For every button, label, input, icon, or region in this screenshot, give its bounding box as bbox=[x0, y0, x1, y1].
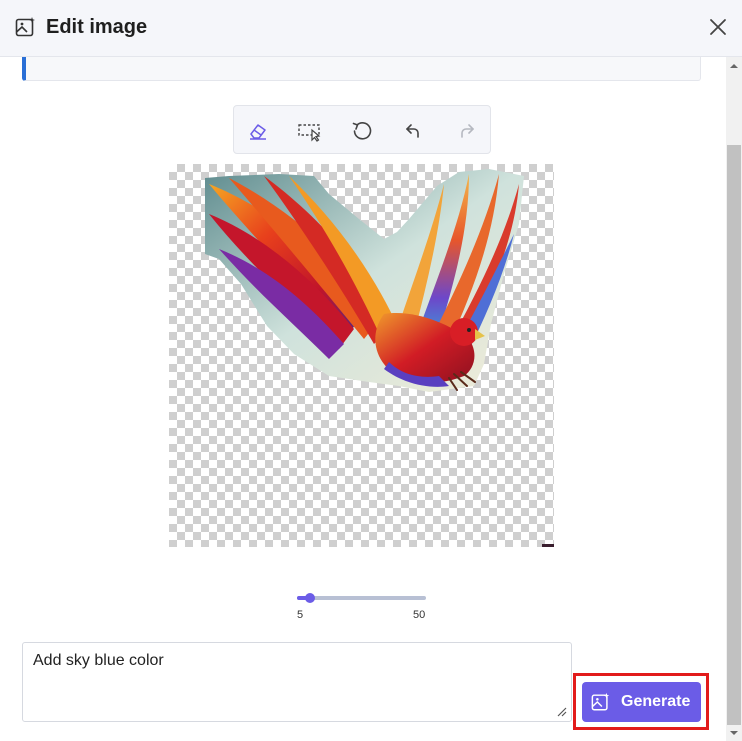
slider-min-label: 5 bbox=[297, 609, 304, 621]
scrollbar-thumb[interactable] bbox=[727, 145, 741, 725]
prompt-text: Add sky blue color bbox=[33, 652, 164, 669]
reset-button[interactable] bbox=[349, 118, 375, 144]
select-area-icon bbox=[298, 124, 321, 142]
brush-size-slider[interactable] bbox=[297, 592, 427, 606]
reset-icon bbox=[352, 122, 372, 140]
eraser-button[interactable] bbox=[245, 118, 271, 144]
redo-icon bbox=[461, 124, 474, 138]
select-area-button[interactable] bbox=[297, 118, 323, 144]
eraser-icon bbox=[250, 124, 266, 140]
edit-toolbar bbox=[233, 105, 491, 154]
image-sparkle-icon bbox=[15, 17, 35, 37]
slider-track[interactable] bbox=[297, 596, 426, 600]
phoenix-image bbox=[205, 169, 554, 547]
dialog-title: Edit image bbox=[46, 16, 148, 38]
dialog-header: Edit image bbox=[0, 0, 742, 57]
info-notice bbox=[22, 57, 701, 81]
redo-button[interactable] bbox=[453, 118, 479, 144]
generate-button[interactable]: Generate bbox=[582, 682, 701, 722]
image-sparkle-icon bbox=[591, 692, 610, 711]
resize-handle-icon[interactable] bbox=[555, 705, 567, 717]
slider-max-label: 50 bbox=[413, 609, 426, 621]
scroll-up-icon[interactable] bbox=[726, 60, 742, 72]
prompt-input[interactable]: Add sky blue color bbox=[22, 642, 572, 722]
generate-label: Generate bbox=[621, 693, 691, 710]
slider-thumb[interactable] bbox=[305, 593, 315, 603]
image-canvas[interactable] bbox=[169, 164, 554, 547]
undo-button[interactable] bbox=[401, 118, 427, 144]
scroll-down-icon[interactable] bbox=[726, 727, 742, 739]
close-icon[interactable] bbox=[706, 15, 730, 39]
undo-icon bbox=[406, 124, 419, 138]
